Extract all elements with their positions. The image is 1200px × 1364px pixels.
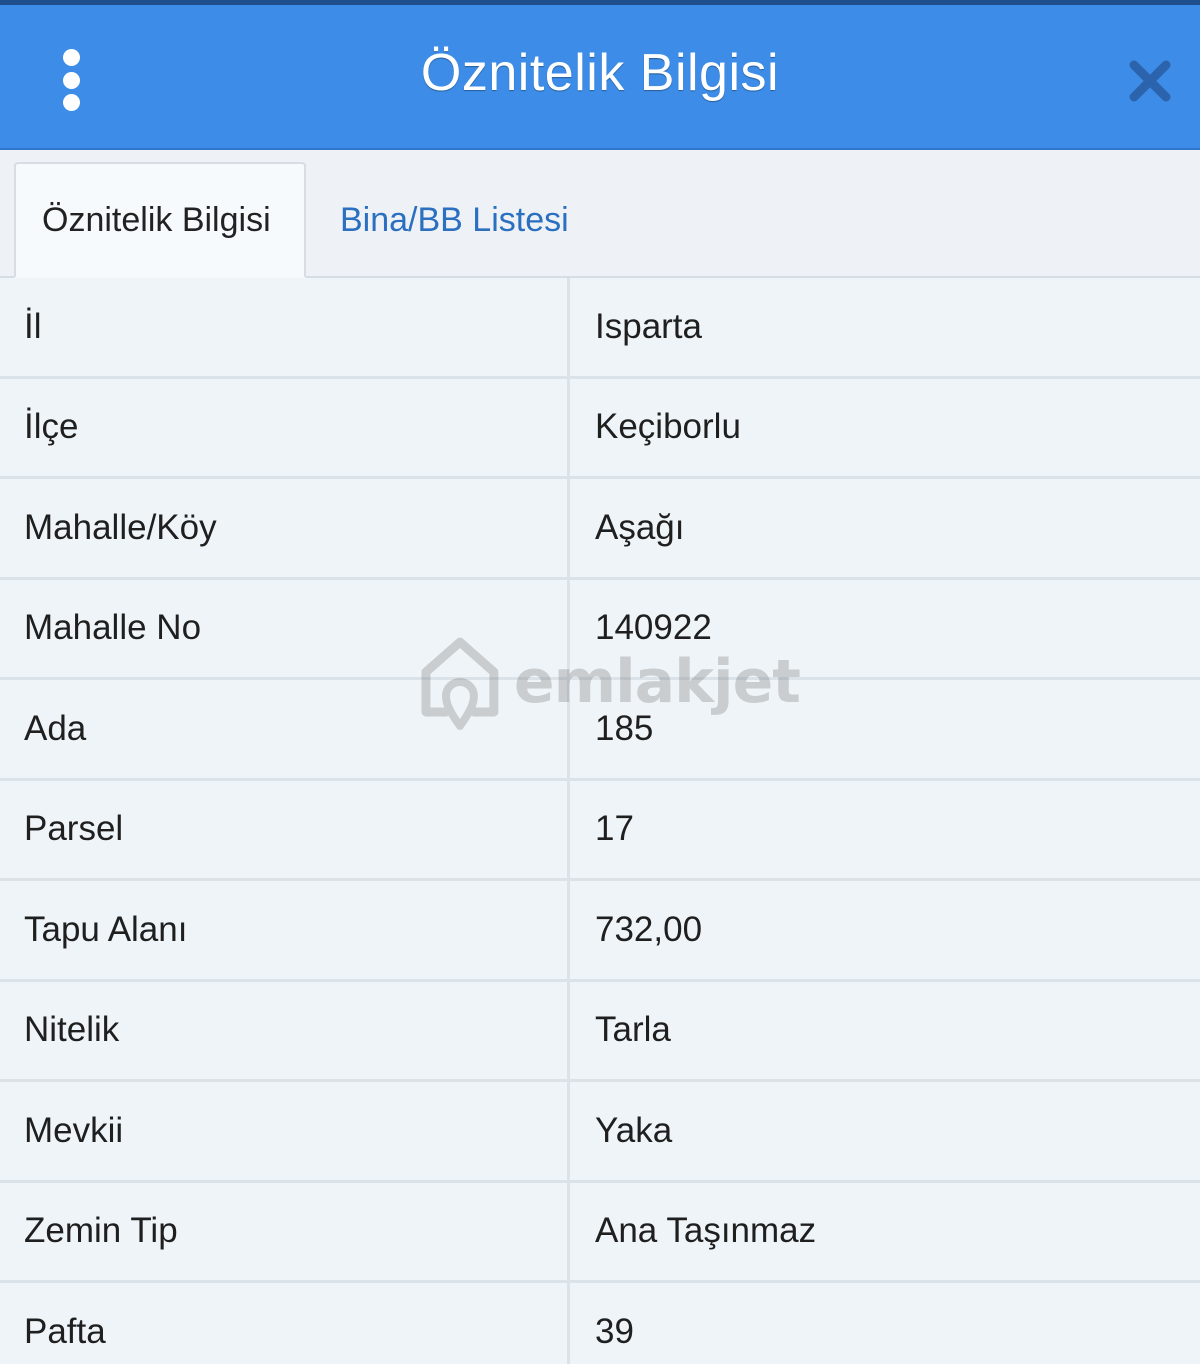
- row-key: Mevkii: [0, 1082, 570, 1180]
- row-value: Yaka: [595, 1110, 673, 1150]
- table-row: İlçe Keçiborlu: [0, 378, 1200, 479]
- tab-bar: Öznitelik Bilgisi Bina/BB Listesi: [0, 150, 1200, 278]
- row-value: 140922: [595, 608, 712, 648]
- row-value: Aşağı: [595, 507, 685, 547]
- row-value: Keçiborlu: [595, 407, 741, 447]
- row-key: İl: [0, 278, 570, 376]
- attribute-table: İl Isparta İlçe Keçiborlu Mahalle/Köy Aş…: [0, 278, 1200, 1364]
- row-key: Pafta: [0, 1283, 570, 1364]
- row-key: Ada: [0, 680, 570, 778]
- table-row: Zemin Tip Ana Taşınmaz: [0, 1182, 1200, 1283]
- row-key: Zemin Tip: [0, 1182, 570, 1280]
- row-value: 732,00: [595, 909, 703, 949]
- row-value: Isparta: [595, 306, 702, 346]
- row-value: 39: [595, 1311, 634, 1351]
- row-key: Nitelik: [0, 981, 570, 1079]
- row-value: Tarla: [595, 1010, 671, 1050]
- row-key: Mahalle/Köy: [0, 479, 570, 577]
- table-row: Pafta 39: [0, 1283, 1200, 1364]
- row-key: Tapu Alanı: [0, 881, 570, 979]
- row-key: Parsel: [0, 780, 570, 878]
- table-row: Parsel 17: [0, 780, 1200, 881]
- page-title: Öznitelik Bilgisi: [420, 44, 780, 102]
- row-key: Mahalle No: [0, 579, 570, 677]
- table-row: İl Isparta: [0, 278, 1200, 379]
- app-header: Öznitelik Bilgisi: [0, 0, 1200, 150]
- table-row: Ada 185: [0, 680, 1200, 781]
- row-key: İlçe: [0, 378, 570, 476]
- tab-bina-bb-listesi[interactable]: Bina/BB Listesi: [340, 162, 569, 278]
- row-value: 185: [595, 708, 654, 748]
- table-row: Mahalle/Köy Aşağı: [0, 479, 1200, 580]
- table-row: Mevkii Yaka: [0, 1082, 1200, 1183]
- row-value: Ana Taşınmaz: [595, 1211, 817, 1251]
- table-row: Tapu Alanı 732,00: [0, 881, 1200, 982]
- tab-oznitelik-bilgisi[interactable]: Öznitelik Bilgisi: [14, 162, 306, 278]
- close-button[interactable]: [1126, 57, 1174, 105]
- table-row: Nitelik Tarla: [0, 981, 1200, 1082]
- table-row: Mahalle No 140922: [0, 579, 1200, 680]
- close-icon: [1129, 60, 1171, 102]
- row-value: 17: [595, 809, 634, 849]
